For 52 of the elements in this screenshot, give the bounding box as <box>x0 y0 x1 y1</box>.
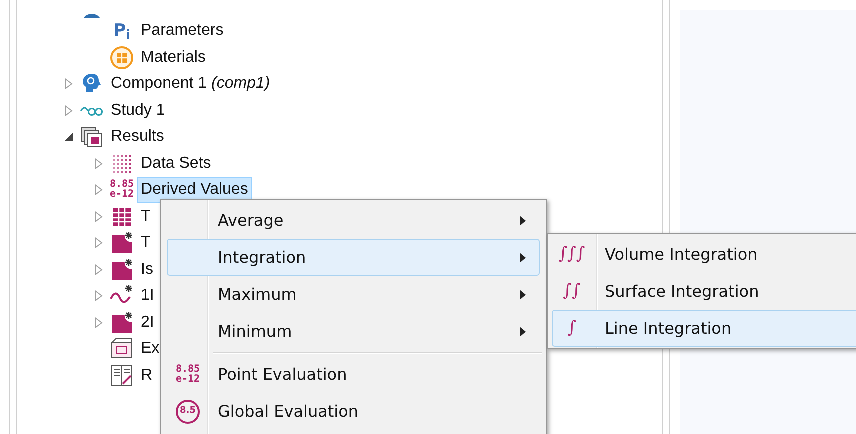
tree-item[interactable]: Is <box>137 256 158 283</box>
integral-icon: ∫∫ <box>563 278 581 304</box>
plot-group-icon <box>110 310 134 335</box>
tree-item[interactable]: Materials <box>137 44 210 71</box>
expand-arrow-icon[interactable] <box>63 78 75 90</box>
tree-item[interactable]: Study 1 <box>107 98 170 124</box>
tree-item[interactable]: T <box>137 230 155 256</box>
menu-item[interactable]: Maximum <box>167 276 540 313</box>
tree-item[interactable]: Results <box>107 124 168 150</box>
menu-item[interactable]: Minimum <box>167 313 540 350</box>
menu-item[interactable]: 8.5 Global Evaluation <box>167 393 540 430</box>
menu-item[interactable]: 8.85 e-12 Point Evaluation <box>167 356 540 393</box>
expand-arrow-icon[interactable] <box>93 210 105 223</box>
tree-item[interactable]: 2I <box>137 310 158 336</box>
value-icon: 8.85 e-12 <box>110 180 134 200</box>
tree-item[interactable]: Ex <box>137 336 164 362</box>
collapse-arrow-icon[interactable] <box>63 131 75 144</box>
expand-arrow-icon[interactable] <box>93 237 105 250</box>
submenu-arrow-icon <box>519 326 527 336</box>
plot-group-icon <box>110 231 134 256</box>
parameters-icon: P$_{i}$ <box>114 18 130 44</box>
table-icon <box>111 206 133 228</box>
menu-item[interactable]: ∫∫ Surface Integration <box>552 273 856 310</box>
results-icon <box>80 125 104 150</box>
submenu-arrow-icon <box>519 290 527 300</box>
integral-icon: ∫∫∫ <box>558 242 586 268</box>
menu-item[interactable]: Integration <box>167 239 540 276</box>
report-icon <box>110 364 134 388</box>
expand-arrow-icon[interactable] <box>93 158 105 170</box>
materials-icon <box>110 46 134 70</box>
integral-icon: ∫ <box>568 316 576 342</box>
submenu-arrow-icon <box>519 216 527 226</box>
tree-item[interactable]: R <box>137 362 157 389</box>
splitter-bar[interactable] <box>9 0 17 434</box>
expand-arrow-icon[interactable] <box>63 104 75 117</box>
grid-dots-icon <box>111 152 133 175</box>
expand-arrow-icon[interactable] <box>93 184 105 196</box>
export-icon <box>110 337 134 362</box>
menu-item[interactable]: ∫∫∫ Volume Integration <box>552 236 856 273</box>
expand-arrow-icon[interactable] <box>93 316 105 329</box>
tree-item[interactable]: Component 1 (comp1) <box>107 71 274 98</box>
tree-item[interactable]: Data Sets <box>137 150 216 177</box>
plot-group-icon <box>110 258 134 282</box>
menu-item[interactable]: ∫ Line Integration <box>552 310 856 347</box>
expand-arrow-icon[interactable] <box>93 264 105 276</box>
value-icon: 8.85 e-12 <box>176 364 200 384</box>
tree-item[interactable]: 1I <box>137 283 158 310</box>
submenu-arrow-icon <box>519 252 527 262</box>
tree-item[interactable]: T <box>137 204 155 230</box>
tree-item[interactable]: Parameters <box>137 18 228 44</box>
menu-item[interactable]: Average <box>167 202 540 239</box>
expand-arrow-icon[interactable] <box>93 290 105 302</box>
